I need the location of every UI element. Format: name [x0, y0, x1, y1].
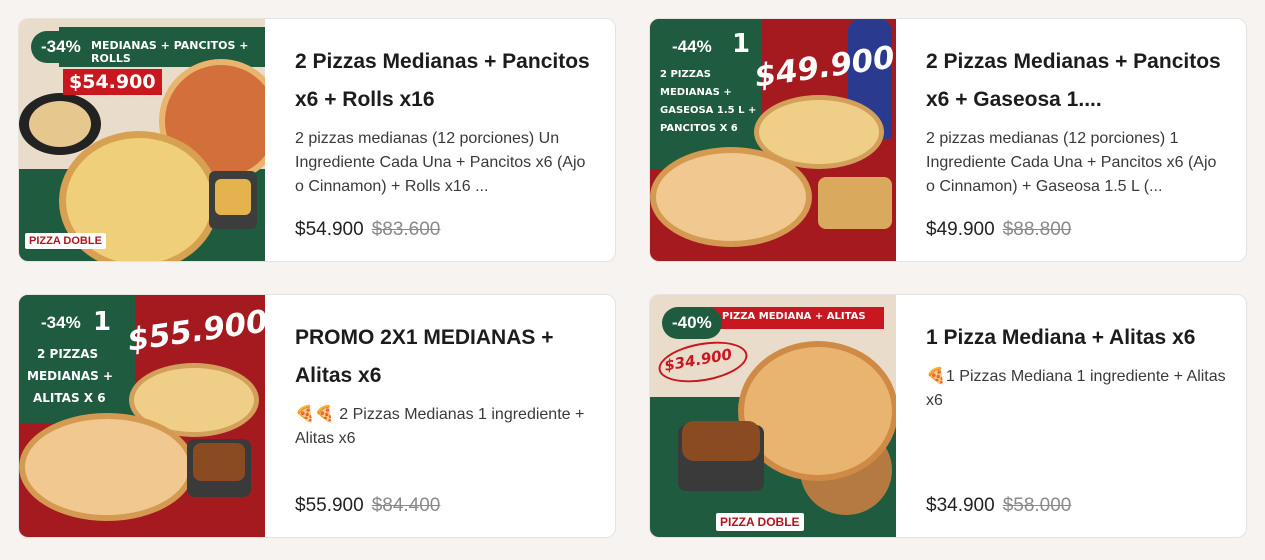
promo-line: ALITAS X 6	[33, 391, 106, 405]
brand-logo: PIZZA DOBLE	[716, 513, 804, 531]
product-title[interactable]: 1 Pizza Mediana + Alitas x6	[926, 319, 1228, 357]
product-image: PIZZA MEDIANA + ALITAS $34.900 -40% PIZZ…	[650, 295, 896, 537]
price-row: $55.900 $84.400	[295, 495, 440, 517]
promo-line: PANCITOS X 6	[660, 123, 738, 134]
promo-line: GASEOSA 1.5 L +	[660, 105, 757, 116]
original-price: $83.600	[371, 219, 441, 240]
discount-badge: -44%	[662, 31, 722, 63]
promo-number: 1	[93, 307, 112, 337]
price-row: $49.900 $88.800	[926, 219, 1071, 241]
product-description: 2 pizzas medianas (12 porciones) 1 Ingre…	[926, 130, 1217, 195]
discount-badge: -34%	[31, 31, 91, 63]
price-tag: $54.900	[63, 69, 162, 95]
original-price: $58.000	[1002, 495, 1072, 516]
current-price: $34.900	[926, 495, 995, 516]
promo-line: MEDIANAS +	[27, 369, 114, 383]
current-price: $49.900	[926, 219, 995, 240]
product-description: 2 pizzas medianas (12 porciones) Un Ingr…	[295, 130, 586, 195]
product-image: -44% 1 2 PIZZAS MEDIANAS + GASEOSA 1.5 L…	[650, 19, 896, 261]
promo-line: 2 PIZZAS	[37, 347, 99, 361]
price-tag: $55.900	[125, 303, 265, 359]
discount-badge: -34%	[31, 307, 91, 339]
promo-banner: PIZZA MEDIANA + ALITAS	[722, 311, 866, 322]
product-card[interactable]: -44% 1 2 PIZZAS MEDIANAS + GASEOSA 1.5 L…	[649, 18, 1247, 262]
discount-badge: -40%	[662, 307, 722, 339]
current-price: $55.900	[295, 495, 364, 516]
original-price: $84.400	[371, 495, 441, 516]
product-image: MEDIANAS + PANCITOS + ROLLS $54.900 -34%…	[19, 19, 265, 261]
product-image: -34% 1 2 PIZZAS MEDIANAS + ALITAS X 6 $5…	[19, 295, 265, 537]
brand-logo: PIZZA DOBLE	[25, 233, 106, 249]
product-title[interactable]: 2 Pizzas Medianas + Pancitos x6 + Gaseos…	[926, 43, 1228, 119]
product-card[interactable]: PIZZA MEDIANA + ALITAS $34.900 -40% PIZZ…	[649, 294, 1247, 538]
product-card[interactable]: MEDIANAS + PANCITOS + ROLLS $54.900 -34%…	[18, 18, 616, 262]
product-title[interactable]: 2 Pizzas Medianas + Pancitos x6 + Rolls …	[295, 43, 597, 119]
promo-line: 2 PIZZAS	[660, 69, 711, 80]
price-row: $54.900 $83.600	[295, 219, 440, 241]
price-row: $34.900 $58.000	[926, 495, 1071, 517]
product-title[interactable]: PROMO 2X1 MEDIANAS + Alitas x6	[295, 319, 597, 395]
promo-line: MEDIANAS +	[660, 87, 732, 98]
product-card[interactable]: -34% 1 2 PIZZAS MEDIANAS + ALITAS X 6 $5…	[18, 294, 616, 538]
product-description: 🍕🍕 2 Pizzas Medianas 1 ingrediente + Ali…	[295, 406, 585, 447]
original-price: $88.800	[1002, 219, 1072, 240]
promo-number: 1	[732, 29, 751, 59]
product-description: 🍕1 Pizzas Mediana 1 ingrediente + Alitas…	[926, 368, 1226, 409]
current-price: $54.900	[295, 219, 364, 240]
